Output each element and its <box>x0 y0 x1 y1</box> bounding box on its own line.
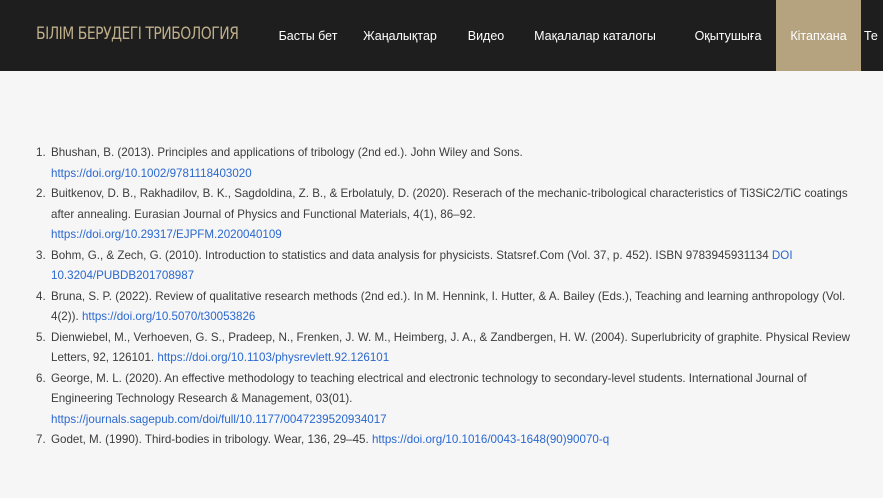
reference-item: 3. Bohm, G., & Zech, G. (2010). Introduc… <box>36 246 866 287</box>
nav-item-video[interactable]: Видео <box>458 0 514 71</box>
reference-number: 7. <box>36 433 46 446</box>
reference-item: 7. Godet, M. (1990). Third-bodies in tri… <box>36 430 866 451</box>
reference-item: 2. Buitkenov, D. B., Rakhadilov, B. K., … <box>36 184 866 246</box>
reference-list: 1. Bhushan, B. (2013). Principles and ap… <box>36 143 866 451</box>
reference-item: 1. Bhushan, B. (2013). Principles and ap… <box>36 143 866 184</box>
reference-number: 6. <box>36 371 46 385</box>
site-title[interactable]: БІЛІМ БЕРУДЕГІ ТРИБОЛОГИЯ <box>36 24 239 44</box>
reference-item: 6. George, M. L. (2020). An effective me… <box>36 369 866 431</box>
reference-text: George, M. L. (2020). An effective metho… <box>51 371 807 406</box>
reference-item: 5. Dienwiebel, M., Verhoeven, G. S., Pra… <box>36 328 866 369</box>
reference-link[interactable]: https://doi.org/10.1016/0043-1648(90)900… <box>372 433 609 446</box>
reference-link[interactable]: https://doi.org/10.5070/t30053826 <box>82 310 255 323</box>
reference-text: Buitkenov, D. B., Rakhadilov, B. K., Sag… <box>51 187 848 221</box>
reference-number: 3. <box>36 248 46 262</box>
reference-text: Bhushan, B. (2013). Principles and appli… <box>51 146 523 159</box>
reference-link[interactable]: https://doi.org/10.29317/EJPFM.202004010… <box>51 228 282 241</box>
reference-link[interactable]: https://doi.org/10.1002/9781118403020 <box>51 167 252 180</box>
reference-number: 2. <box>36 187 46 200</box>
reference-number: 5. <box>36 330 46 344</box>
reference-text: Godet, M. (1990). Third-bodies in tribol… <box>51 433 369 446</box>
reference-number: 1. <box>36 146 46 159</box>
nav-item-library[interactable]: Кітапхана <box>776 0 861 71</box>
nav-item-home[interactable]: Басты бет <box>268 0 348 71</box>
nav-item-for-teacher[interactable]: Оқытушыға <box>680 0 776 71</box>
nav-item-news[interactable]: Жаңалықтар <box>348 0 452 71</box>
reference-link[interactable]: https://doi.org/10.1103/physrevlett.92.1… <box>157 351 389 364</box>
reference-text: Bohm, G., & Zech, G. (2010). Introductio… <box>51 248 769 262</box>
reference-number: 4. <box>36 289 46 303</box>
nav-item-truncated[interactable]: Те <box>864 0 883 71</box>
reference-item: 4. Bruna, S. P. (2022). Review of qualit… <box>36 287 866 328</box>
nav-item-articles-catalog[interactable]: Мақалалар каталогы <box>516 0 674 71</box>
top-navigation-bar: БІЛІМ БЕРУДЕГІ ТРИБОЛОГИЯ Басты бет Жаңа… <box>0 0 883 71</box>
reference-link[interactable]: https://journals.sagepub.com/doi/full/10… <box>51 413 387 426</box>
